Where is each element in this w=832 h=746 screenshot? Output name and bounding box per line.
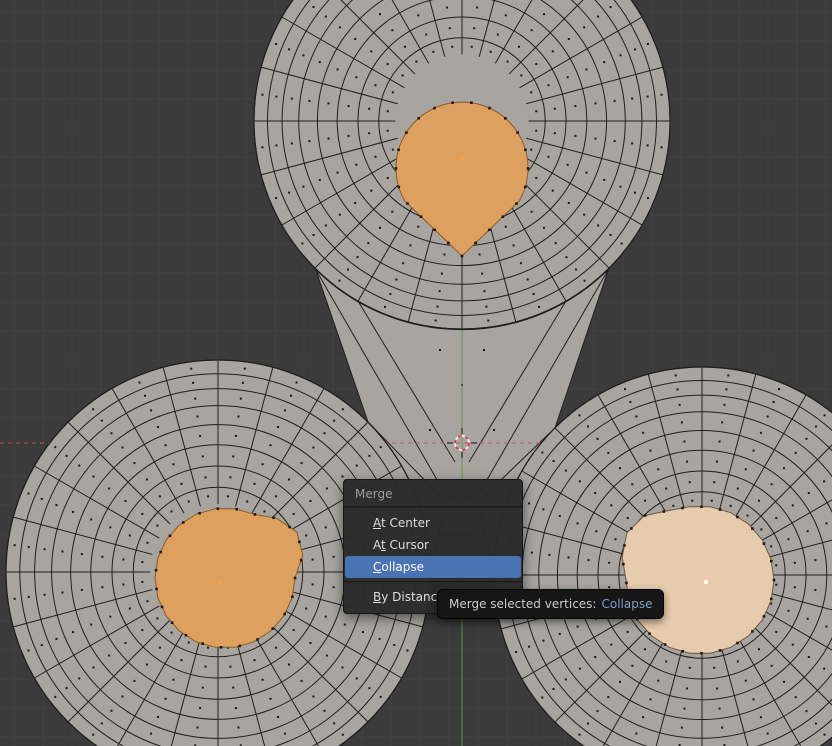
- menu-separator: [344, 581, 522, 583]
- viewport-canvas[interactable]: [0, 0, 832, 746]
- center-vertex-top[interactable]: [460, 156, 464, 160]
- menu-item-at-cursor[interactable]: At Cursor: [344, 534, 522, 556]
- menu-item-collapse[interactable]: Collapse: [345, 556, 521, 578]
- menu-item-at-center[interactable]: At Center: [344, 512, 522, 534]
- center-vertex-bottom-left[interactable]: [218, 580, 222, 584]
- tooltip-text: Merge selected vertices:: [449, 597, 596, 611]
- menu-title: Merge: [344, 480, 522, 506]
- center-vertex-bottom-right[interactable]: [704, 580, 708, 584]
- blender-3d-viewport[interactable]: Merge At CenterAt CursorCollapseBy Dista…: [0, 0, 832, 746]
- tooltip: Merge selected vertices: Collapse: [437, 589, 664, 619]
- tooltip-value: Collapse: [601, 597, 652, 611]
